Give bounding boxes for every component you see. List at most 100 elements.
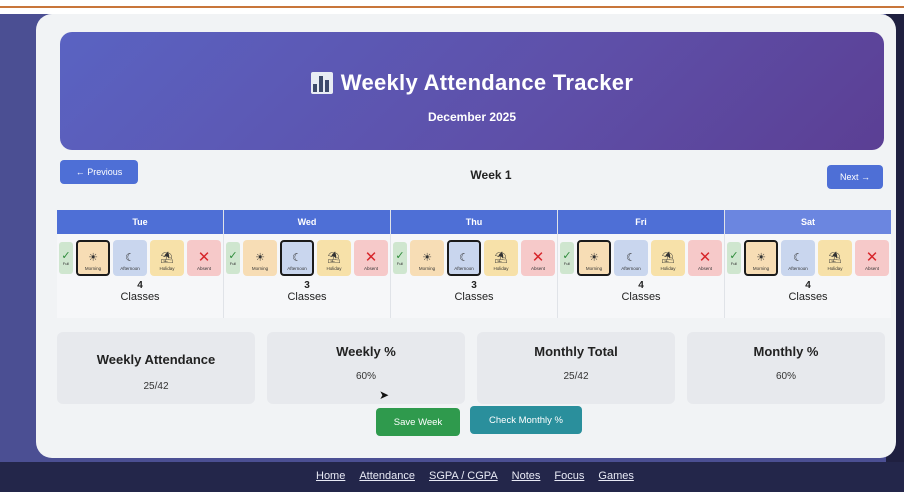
class-count: 4 (638, 280, 644, 291)
page-title: Weekly Attendance Tracker (340, 70, 634, 95)
mouse-cursor-icon: ➤ (379, 388, 390, 402)
stat-title: Weekly Attendance (96, 352, 216, 367)
classes-label: Classes (621, 291, 661, 303)
day-columns: Tue ✓ Full ☀ Morning ☾ Afternoon ⛱ Holiday ✕… (57, 210, 891, 318)
holiday-option[interactable]: ⛱ Holiday (150, 240, 184, 276)
full-option[interactable]: ✓ Full (560, 242, 574, 274)
classes-label: Classes (454, 291, 494, 303)
footer-link-notes[interactable]: Notes (512, 470, 541, 482)
absent-option[interactable]: ✕ Absent (688, 240, 722, 276)
day-column-fri: Fri ✓ Full ☀ Morning ☾ Afternoon ⛱ Holiday ✕… (558, 210, 725, 318)
holiday-option[interactable]: ⛱ Holiday (317, 240, 351, 276)
header-banner: Weekly Attendance Tracker December 2025 (60, 32, 884, 150)
afternoon-option[interactable]: ☾ Afternoon (614, 240, 648, 276)
full-option[interactable]: ✓ Full (393, 242, 407, 274)
moon-icon: ☾ (793, 252, 803, 264)
stats-row: Weekly Attendance 25/42 Weekly % 60% Mon… (57, 332, 885, 404)
day-options: ✓ Full ☀ Morning ☾ Afternoon ⛱ Holiday ✕ Abse… (391, 234, 557, 276)
full-option[interactable]: ✓ Full (59, 242, 73, 274)
absent-option[interactable]: ✕ Absent (187, 240, 221, 276)
day-options: ✓ Full ☀ Morning ☾ Afternoon ⛱ Holiday ✕ Abse… (57, 234, 223, 276)
morning-option[interactable]: ☀ Morning (243, 240, 277, 276)
morning-option[interactable]: ☀ Morning (744, 240, 778, 276)
stat-value: 25/42 (563, 371, 589, 382)
stat-title: Monthly % (753, 344, 819, 359)
photo-top-edge (0, 0, 904, 14)
class-count: 3 (471, 280, 477, 291)
bar-chart-icon (310, 72, 333, 94)
moon-icon: ☾ (292, 252, 302, 264)
footer-link-home[interactable]: Home (316, 470, 345, 482)
day-header: Sat (725, 210, 891, 234)
next-week-button[interactable]: Next → (827, 165, 883, 189)
sun-icon: ☀ (589, 252, 599, 264)
sun-icon: ☀ (422, 252, 432, 264)
afternoon-option[interactable]: ☾ Afternoon (113, 240, 147, 276)
save-week-button[interactable]: Save Week (376, 408, 460, 436)
week-label: Week 1 (470, 168, 512, 182)
full-option[interactable]: ✓ Full (226, 242, 240, 274)
day-column-thu: Thu ✓ Full ☀ Morning ☾ Afternoon ⛱ Holiday ✕… (391, 210, 558, 318)
cross-icon: ✕ (364, 249, 378, 266)
stat-value: 25/42 (143, 381, 169, 392)
absent-option[interactable]: ✕ Absent (521, 240, 555, 276)
cross-icon: ✕ (197, 249, 211, 266)
stat-value: 60% (775, 371, 796, 382)
day-column-wed: Wed ✓ Full ☀ Morning ☾ Afternoon ⛱ Holiday ✕… (224, 210, 391, 318)
stat-monthly-percent: Monthly % 60% (687, 332, 885, 404)
day-options: ✓ Full ☀ Morning ☾ Afternoon ⛱ Holiday ✕ Abse… (224, 234, 390, 276)
classes-label: Classes (788, 291, 828, 303)
check-icon: ✓ (228, 249, 238, 262)
footer-link-games[interactable]: Games (598, 470, 633, 482)
holiday-option[interactable]: ⛱ Holiday (818, 240, 852, 276)
sun-icon: ☀ (756, 252, 766, 264)
cross-icon: ✕ (531, 249, 545, 266)
classes-label: Classes (287, 291, 327, 303)
footer-link-attendance[interactable]: Attendance (359, 470, 415, 482)
footer-link-focus[interactable]: Focus (554, 470, 584, 482)
footer-link-sgpa-cgpa[interactable]: SGPA / CGPA (429, 470, 498, 482)
footer-nav: Home Attendance SGPA / CGPA Notes Focus … (316, 470, 634, 482)
day-header: Tue (57, 210, 223, 234)
holiday-option[interactable]: ⛱ Holiday (651, 240, 685, 276)
morning-option[interactable]: ☀ Morning (76, 240, 110, 276)
check-icon: ✓ (729, 249, 739, 262)
day-header: Wed (224, 210, 390, 234)
month-label: December 2025 (427, 110, 517, 124)
classes-label: Classes (120, 291, 160, 303)
stat-title: Monthly Total (534, 344, 618, 359)
sun-icon: ☀ (255, 252, 265, 264)
day-column-tue: Tue ✓ Full ☀ Morning ☾ Afternoon ⛱ Holiday ✕… (57, 210, 224, 318)
moon-icon: ☾ (626, 252, 636, 264)
absent-option[interactable]: ✕ Absent (354, 240, 388, 276)
beach-umbrella-icon: ⛱ (327, 252, 341, 264)
morning-option[interactable]: ☀ Morning (410, 240, 444, 276)
holiday-option[interactable]: ⛱ Holiday (484, 240, 518, 276)
stat-title: Weekly % (336, 344, 396, 359)
moon-icon: ☾ (125, 252, 135, 264)
morning-option[interactable]: ☀ Morning (577, 240, 611, 276)
day-column-sat: Sat ✓ Full ☀ Morning ☾ Afternoon ⛱ Holiday ✕… (725, 210, 891, 318)
day-options: ✓ Full ☀ Morning ☾ Afternoon ⛱ Holiday ✕ Abse… (558, 234, 724, 276)
day-header: Thu (391, 210, 557, 234)
cross-icon: ✕ (865, 249, 879, 266)
beach-umbrella-icon: ⛱ (661, 252, 675, 264)
stat-weekly-attendance: Weekly Attendance 25/42 (57, 332, 255, 404)
full-option[interactable]: ✓ Full (727, 242, 741, 274)
beach-umbrella-icon: ⛱ (160, 252, 174, 264)
beach-umbrella-icon: ⛱ (828, 252, 842, 264)
afternoon-option[interactable]: ☾ Afternoon (447, 240, 481, 276)
afternoon-option[interactable]: ☾ Afternoon (280, 240, 314, 276)
check-monthly-button[interactable]: Check Monthly % (470, 406, 582, 434)
afternoon-option[interactable]: ☾ Afternoon (781, 240, 815, 276)
check-icon: ✓ (61, 249, 71, 262)
class-count: 4 (805, 280, 811, 291)
check-icon: ✓ (395, 249, 405, 262)
day-header: Fri (558, 210, 724, 234)
moon-icon: ☾ (459, 252, 469, 264)
day-options: ✓ Full ☀ Morning ☾ Afternoon ⛱ Holiday ✕ Abse… (725, 234, 891, 276)
class-count: 4 (137, 280, 143, 291)
title-row: Weekly Attendance Tracker (60, 70, 884, 96)
absent-option[interactable]: ✕ Absent (855, 240, 889, 276)
previous-week-button[interactable]: ← Previous (60, 160, 138, 184)
